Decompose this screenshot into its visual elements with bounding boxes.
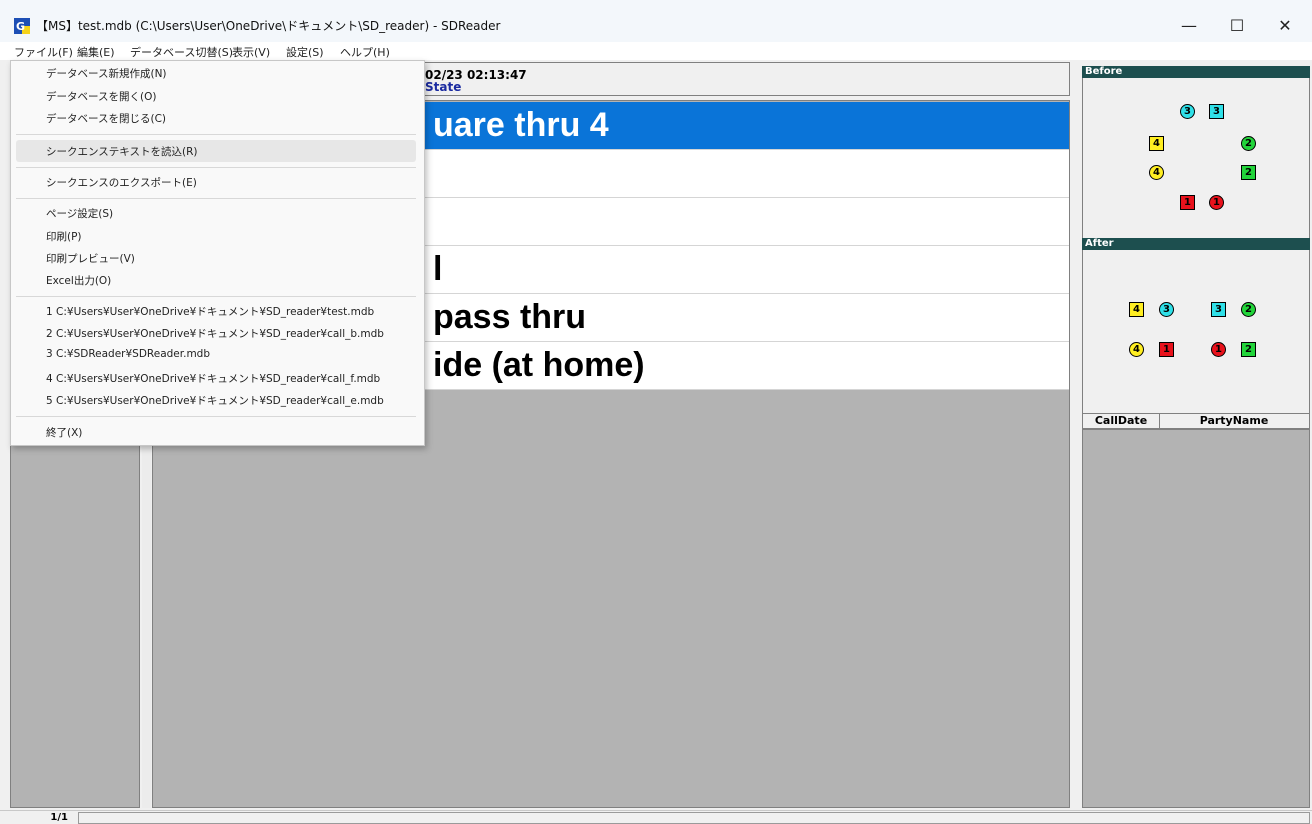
menu-item-recent-file-4[interactable]: 4 C:¥Users¥User¥OneDrive¥ドキュメント¥SD_reade… (46, 371, 380, 386)
dancer-2-square: 2 (1241, 165, 1256, 180)
menu-item-print-preview[interactable]: 印刷プレビュー(V) (46, 251, 135, 266)
before-formation: 3 3 4 2 4 2 1 1 (1082, 78, 1310, 238)
menu-item-exit[interactable]: 終了(X) (46, 425, 82, 440)
after-label: After (1082, 238, 1310, 250)
menu-separator (16, 296, 416, 297)
menu-item-recent-file-1[interactable]: 1 C:¥Users¥User¥OneDrive¥ドキュメント¥SD_reade… (46, 304, 374, 319)
dancer-3-circle: 3 (1180, 104, 1195, 119)
dancer-3-square: 3 (1211, 302, 1226, 317)
before-label: Before (1082, 66, 1310, 78)
maximize-button[interactable]: ☐ (1214, 8, 1260, 42)
app-icon: G (14, 18, 30, 34)
menu-separator (16, 416, 416, 417)
call-text: pass thru (433, 298, 587, 336)
menu-item-recent-file-2[interactable]: 2 C:¥Users¥User¥OneDrive¥ドキュメント¥SD_reade… (46, 326, 384, 341)
svg-text:G: G (16, 20, 25, 33)
menu-separator (16, 167, 416, 168)
column-header-calldate[interactable]: CallDate (1083, 414, 1160, 428)
menu-database-switch[interactable]: データベース切替(S) (130, 44, 233, 60)
dancer-4-circle: 4 (1149, 165, 1164, 180)
column-header-partyname[interactable]: PartyName (1160, 414, 1308, 428)
menu-separator (16, 134, 416, 135)
dancer-1-circle: 1 (1209, 195, 1224, 210)
status-page-indicator: 1/1 (50, 812, 68, 823)
call-text: l (433, 250, 443, 288)
dancer-1-square: 1 (1180, 195, 1195, 210)
menu-view[interactable]: 表示(V) (232, 44, 270, 60)
dancer-2-square: 2 (1241, 342, 1256, 357)
menu-help[interactable]: ヘルプ(H) (340, 44, 390, 60)
dancer-1-circle: 1 (1211, 342, 1226, 357)
dancer-4-circle: 4 (1129, 342, 1144, 357)
dancer-3-square: 3 (1209, 104, 1224, 119)
menu-item-export-sequence[interactable]: シークエンスのエクスポート(E) (46, 175, 197, 190)
menu-item-print[interactable]: 印刷(P) (46, 229, 82, 244)
menu-item-recent-file-5[interactable]: 5 C:¥Users¥User¥OneDrive¥ドキュメント¥SD_reade… (46, 393, 384, 408)
dancer-4-square: 4 (1129, 302, 1144, 317)
dancer-2-circle: 2 (1241, 136, 1256, 151)
history-table[interactable] (1082, 429, 1310, 808)
menu-item-open-database[interactable]: データベースを開く(O) (46, 89, 156, 104)
dancer-1-square: 1 (1159, 342, 1174, 357)
close-button[interactable]: ✕ (1262, 8, 1308, 42)
dancer-2-circle: 2 (1241, 302, 1256, 317)
dancer-3-circle: 3 (1159, 302, 1174, 317)
menu-item-close-database[interactable]: データベースを閉じる(C) (46, 111, 166, 126)
status-field (78, 812, 1310, 824)
call-text: uare thru 4 (433, 106, 609, 144)
after-formation: 4 3 3 2 4 1 1 2 (1082, 250, 1310, 413)
menu-item-excel-output[interactable]: Excel出力(O) (46, 273, 111, 288)
call-text: ide (at home) (433, 346, 645, 384)
menu-edit[interactable]: 編集(E) (77, 44, 115, 60)
menu-settings[interactable]: 設定(S) (286, 44, 324, 60)
menu-separator (16, 198, 416, 199)
menu-item-new-database[interactable]: データベース新規作成(N) (46, 66, 167, 81)
menu-item-page-setup[interactable]: ページ設定(S) (46, 206, 113, 221)
menu-file[interactable]: ファイル(F) (14, 44, 73, 60)
dancer-4-square: 4 (1149, 136, 1164, 151)
minimize-button[interactable]: — (1166, 8, 1212, 42)
menu-item-load-sequence-text[interactable]: シークエンステキストを読込(R) (46, 144, 197, 159)
menu-item-recent-file-3[interactable]: 3 C:¥SDReader¥SDReader.mdb (46, 348, 210, 360)
window-title: 【MS】test.mdb (C:\Users\User\OneDrive\ドキュ… (36, 19, 501, 33)
header-state: State (425, 80, 462, 94)
